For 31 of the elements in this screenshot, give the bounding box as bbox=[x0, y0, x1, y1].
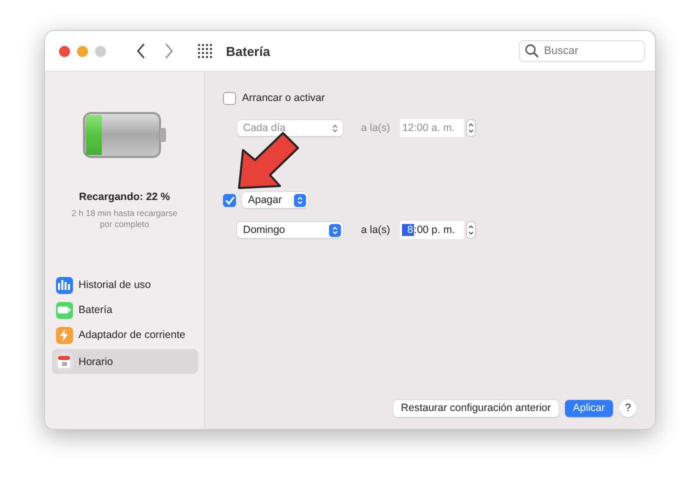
search-field[interactable]: Buscar bbox=[519, 40, 645, 62]
apply-button[interactable]: Aplicar bbox=[564, 400, 613, 416]
stepper-icon bbox=[294, 194, 306, 206]
checkbox[interactable] bbox=[223, 92, 236, 104]
arrow-annotation bbox=[235, 130, 301, 192]
stepper-icon[interactable] bbox=[466, 119, 476, 137]
charging-status: Recargando: 22 % bbox=[78, 191, 170, 203]
sidebar-item[interactable]: Historial de uso bbox=[52, 274, 198, 296]
restore-button[interactable]: Restaurar configuración anterior bbox=[392, 400, 559, 416]
stepper-icon[interactable] bbox=[466, 221, 476, 239]
checkbox[interactable] bbox=[223, 194, 236, 206]
time-label: a la(s) bbox=[361, 224, 390, 236]
back-icon[interactable] bbox=[136, 43, 146, 59]
time-label: a la(s) bbox=[361, 122, 390, 134]
close-button[interactable] bbox=[59, 46, 70, 56]
grid-icon[interactable] bbox=[198, 44, 212, 58]
help-button[interactable]: ? bbox=[619, 399, 637, 417]
sidebar-item[interactable]: Batería bbox=[52, 299, 198, 322]
window-title: Batería bbox=[226, 44, 270, 58]
forward-icon[interactable] bbox=[164, 43, 174, 59]
stepper-icon bbox=[329, 224, 341, 236]
minimize-button[interactable] bbox=[77, 46, 88, 56]
sidebar-item[interactable]: Horario bbox=[52, 349, 198, 374]
event-dropdown[interactable]: Apagar bbox=[242, 192, 308, 208]
checkbox-label: Arrancar o activar bbox=[242, 92, 325, 104]
charging-detail: 2 h 18 min hasta recargarse por completo bbox=[70, 208, 178, 230]
search-icon bbox=[525, 44, 539, 58]
battery-icon bbox=[82, 112, 166, 158]
sidebar-item[interactable]: Adaptador de corriente bbox=[52, 324, 198, 346]
day-dropdown[interactable]: Domingo bbox=[237, 222, 343, 238]
time-field[interactable]: 8:00 p. m. bbox=[400, 221, 464, 239]
